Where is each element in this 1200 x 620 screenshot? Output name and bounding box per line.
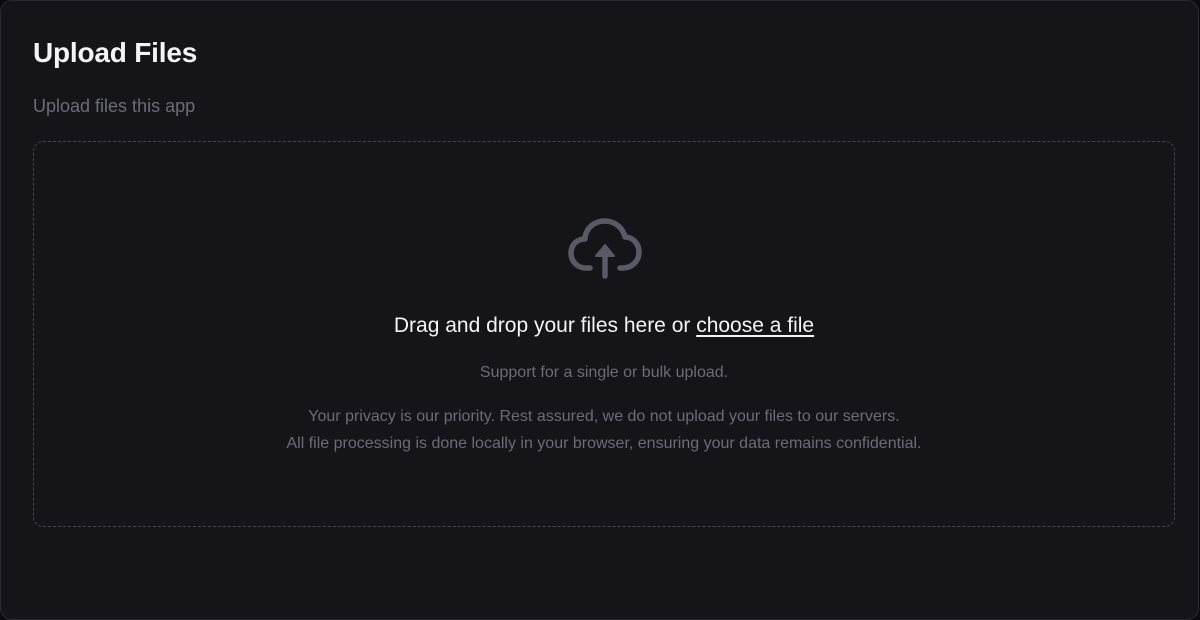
page-subtitle: Upload files this app [33, 96, 196, 116]
drag-drop-text: Drag and drop your files here or [393, 314, 697, 337]
upload-panel: Upload Files Upload files this app Drag … [0, 0, 1199, 620]
privacy-note-line-1: Your privacy is our priority. Rest assur… [308, 408, 900, 425]
file-dropzone[interactable]: Drag and drop your files here or choose … [33, 141, 1175, 527]
choose-file-link[interactable]: choose a file [696, 314, 814, 337]
support-note: Support for a single or bulk upload. [479, 364, 729, 381]
cloud-upload-icon [568, 218, 642, 279]
drag-drop-instructions: Drag and drop your files here or choose … [34, 313, 1174, 339]
page-title: Upload Files [33, 37, 198, 68]
privacy-note-line-2: All file processing is done locally in y… [286, 435, 922, 452]
